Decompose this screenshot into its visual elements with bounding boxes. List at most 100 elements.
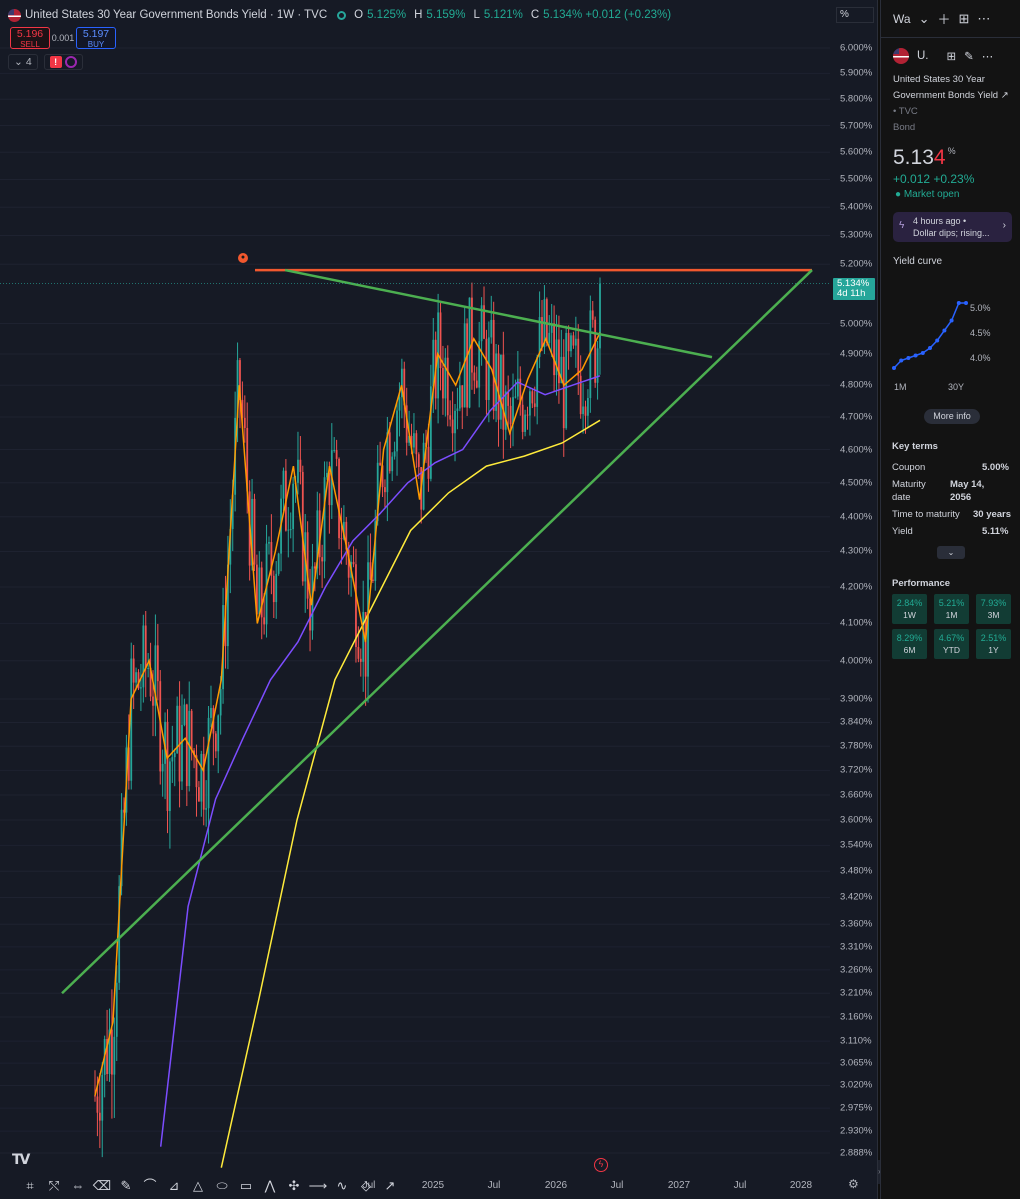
maturity-label-1: Maturity <box>892 479 926 490</box>
ellipse-tool-icon[interactable]: ⬭ <box>210 1176 234 1196</box>
trade-buttons: 5.196 SELL 0.001 5.197 BUY <box>10 27 116 49</box>
polyline-tool-icon[interactable]: ⋀ <box>258 1176 282 1196</box>
candle-body <box>297 459 299 483</box>
price-chart[interactable] <box>0 0 830 1172</box>
chevron-down-icon[interactable]: ⌄ <box>919 11 930 27</box>
candle-body <box>466 323 469 408</box>
advanced-view-icon[interactable]: ⊞ <box>958 11 969 27</box>
fib-tool-icon[interactable]: ◇ <box>354 1176 378 1196</box>
performance-cell[interactable]: 5.21% 1M <box>934 594 969 624</box>
layout-icon[interactable]: ⊞ <box>947 49 957 63</box>
candle-body <box>282 470 285 499</box>
pattern-tool-icon[interactable]: ⌗ <box>18 1176 42 1196</box>
time-axis-label: 2025 <box>421 1180 445 1191</box>
close-label: C <box>530 9 540 21</box>
candle-body <box>473 372 476 381</box>
candle-body <box>140 687 142 689</box>
price-axis-label: 3.600% <box>840 814 873 826</box>
alert-marker-icon[interactable]: ● <box>238 253 248 263</box>
candle-body <box>497 353 500 420</box>
expand-terms-button[interactable]: ⌄ <box>937 546 965 559</box>
candle-body <box>388 432 391 472</box>
rectangle-tool-icon[interactable]: ▭ <box>234 1176 258 1196</box>
candle-body <box>328 472 331 506</box>
add-symbol-icon[interactable]: ＋ <box>937 9 950 28</box>
candle-body <box>587 398 589 416</box>
price-axis-label: 5.000% <box>840 318 873 330</box>
yield-point <box>956 301 961 305</box>
scale-mode-button[interactable]: % <box>836 7 874 23</box>
candle-body <box>574 338 577 346</box>
candle-body <box>243 417 246 428</box>
candle-body <box>263 617 266 625</box>
performance-cell[interactable]: 2.84% 1W <box>892 594 927 624</box>
path-tool-icon[interactable]: ⌒ <box>138 1176 162 1196</box>
yield-axis-label: 4.5% <box>970 328 991 338</box>
ascending-trendline <box>61 269 813 995</box>
candle-body <box>147 667 150 669</box>
buy-button[interactable]: 5.197 BUY <box>76 27 116 49</box>
candle-body <box>210 707 212 718</box>
external-link-icon[interactable]: ↗ <box>1001 90 1009 101</box>
drawing-toolbar: ⌗ ⤲ ⇔ ⌫ ✎ ⌒ ⊿ △ ⬭ ▭ ⋀ ✣ ⟶ ∿ ◇ ↗ <box>18 1176 402 1196</box>
performance-period: 3M <box>987 610 1000 620</box>
performance-value: 5.21% <box>938 598 965 608</box>
candle-body <box>533 403 536 407</box>
indicators-toggle[interactable]: ⌄ 4 <box>8 54 38 70</box>
yield-point <box>935 338 940 343</box>
performance-cell[interactable]: 8.29% 6M <box>892 629 927 659</box>
performance-cell[interactable]: 7.93% 3M <box>976 594 1011 624</box>
exchange-label: • TVC <box>893 106 918 117</box>
performance-cell[interactable]: 2.51% 1Y <box>976 629 1011 659</box>
candle-body <box>502 354 505 430</box>
candle-body <box>567 332 570 352</box>
chart-pane[interactable]: United States 30 Year Government Bonds Y… <box>0 0 878 1199</box>
sell-button[interactable]: 5.196 SELL <box>10 27 50 49</box>
ma-fast-line <box>94 332 601 1096</box>
edit-icon[interactable]: ✎ <box>964 49 974 63</box>
yield-x-label: 30Y <box>948 382 964 392</box>
candle-body <box>142 625 145 688</box>
candle-body <box>169 761 171 811</box>
indicator-status[interactable]: ! <box>43 54 83 70</box>
price-axis-label: 3.480% <box>840 865 873 877</box>
candle-body <box>584 406 587 416</box>
candle-body <box>545 299 548 343</box>
axis-settings-icon[interactable]: ⚙ <box>848 1177 859 1191</box>
curve-tool-icon[interactable]: ∿ <box>330 1176 354 1196</box>
tradingview-logo[interactable]: TV <box>12 1152 30 1168</box>
candle-body <box>461 385 464 408</box>
candle-body <box>386 432 389 493</box>
flash-icon[interactable]: ϟ <box>594 1158 608 1172</box>
node-tool-icon[interactable]: ✣ <box>282 1176 306 1196</box>
more-info-button[interactable]: More info <box>924 409 980 424</box>
watchlist-selector[interactable]: Wa <box>893 12 911 26</box>
yield-curve-chart[interactable]: 5.0% 4.5% 4.0% 1M 30Y <box>892 280 1002 394</box>
candle-body <box>458 385 461 409</box>
candle-body <box>415 433 418 455</box>
candle-body <box>490 319 493 338</box>
more-icon[interactable]: ⋯ <box>982 49 994 63</box>
candle-body <box>166 721 169 811</box>
performance-cell[interactable]: 4.67% YTD <box>934 629 969 659</box>
indicator-count: 4 <box>25 56 32 68</box>
projection-tool-icon[interactable]: ↗ <box>378 1176 402 1196</box>
measure-tool-icon[interactable]: ⇔ <box>66 1176 90 1196</box>
time-axis-label: 2026 <box>544 1180 568 1191</box>
candle-body <box>398 396 401 411</box>
news-item[interactable]: ϟ 4 hours ago • Dollar dips; rising... › <box>893 212 1012 242</box>
candle-body <box>504 391 507 430</box>
performance-period: 1Y <box>988 645 999 655</box>
brush-tool-icon[interactable]: ✎ <box>114 1176 138 1196</box>
performance-value: 7.93% <box>980 598 1007 608</box>
candle-body <box>562 356 565 429</box>
triangle-tool-icon[interactable]: △ <box>186 1176 210 1196</box>
symbol-title[interactable]: United States 30 Year Government Bonds Y… <box>25 9 327 21</box>
eraser-tool-icon[interactable]: ⌫ <box>90 1176 114 1196</box>
symbol-short[interactable]: U. <box>917 50 929 62</box>
more-options-icon[interactable]: ⋯ <box>977 11 990 27</box>
cross-tool-icon[interactable]: ⤲ <box>42 1176 66 1196</box>
ruler-tool-icon[interactable]: ⊿ <box>162 1176 186 1196</box>
arrow-tool-icon[interactable]: ⟶ <box>306 1176 330 1196</box>
candle-body <box>446 357 449 416</box>
